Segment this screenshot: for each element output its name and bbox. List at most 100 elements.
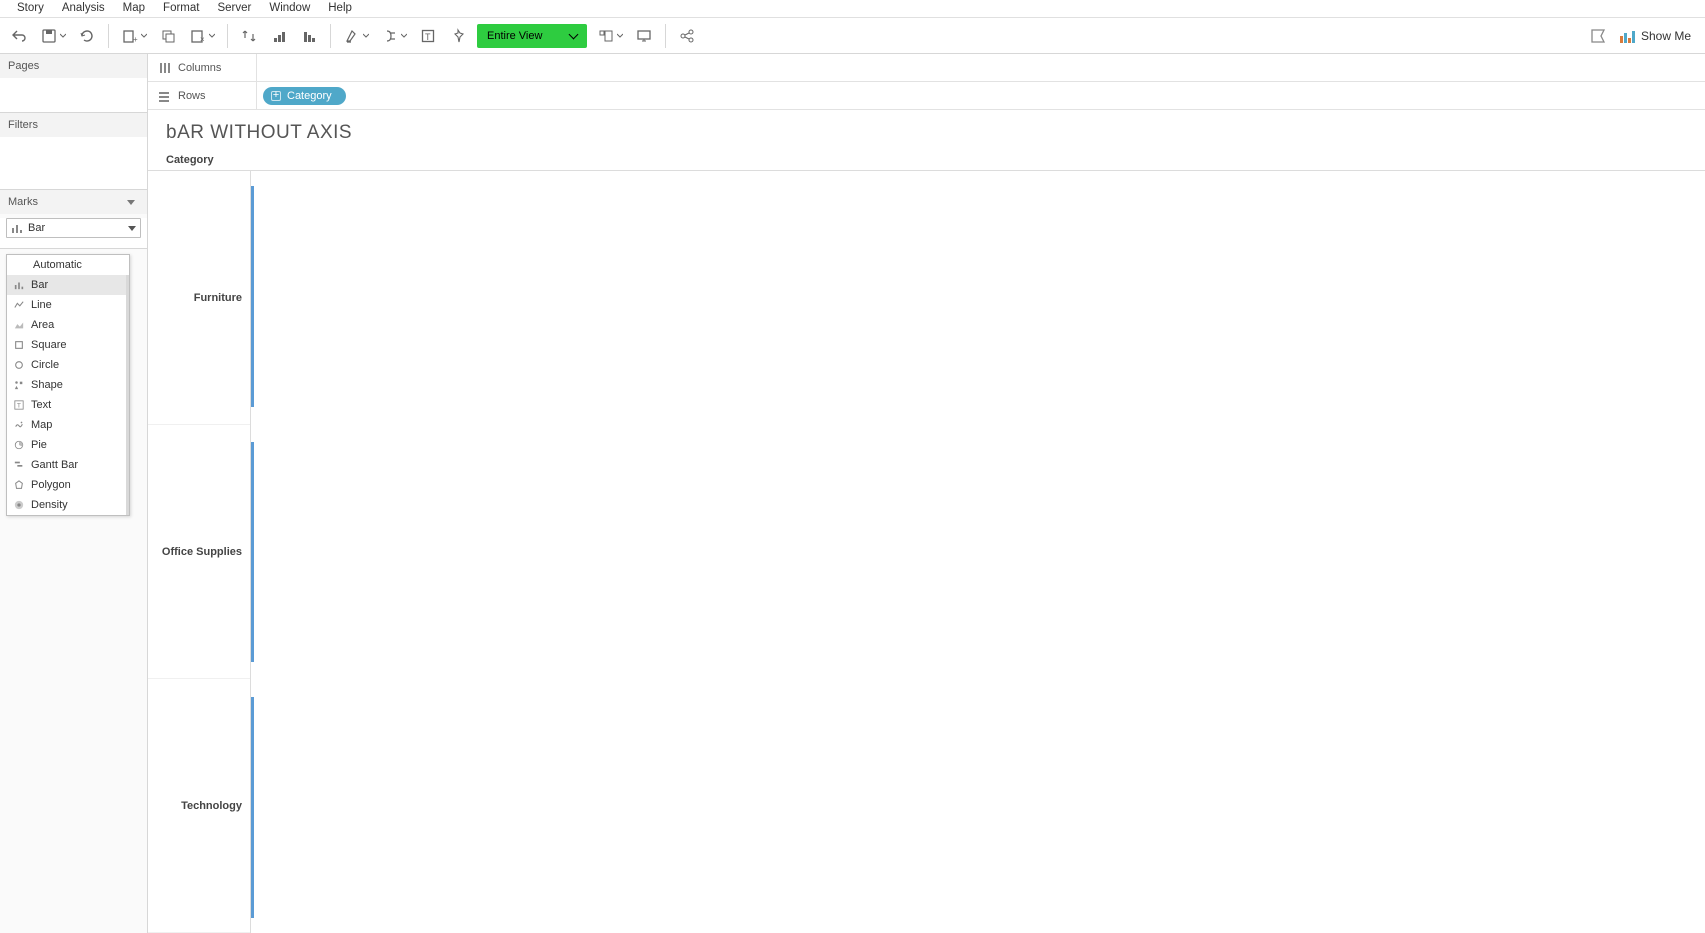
map-icon [13,419,25,431]
scrollbar[interactable] [126,275,129,515]
menu-help[interactable]: Help [319,2,361,17]
clear-sheet-button[interactable]: × [184,22,220,50]
mark-type-menu: Automatic Bar Line Area Square Circle Sh… [6,254,130,516]
plot-area[interactable] [250,171,1705,933]
duplicate-button[interactable] [154,22,182,50]
mark-option-density[interactable]: Density [7,495,129,515]
row-field-header[interactable]: Category [148,150,1705,171]
svg-text:×: × [200,35,205,44]
filters-header: Filters [0,113,147,137]
show-hide-cards-button[interactable] [592,22,628,50]
mark-option-map[interactable]: Map [7,415,129,435]
text-icon: T [13,399,25,411]
bar-icon [11,222,23,234]
row-label-office-supplies[interactable]: Office Supplies [148,425,250,679]
rows-shelf[interactable]: + Category [256,82,1705,109]
refresh-button[interactable] [73,22,101,50]
main-area: Pages Filters Marks Bar Automatic [0,54,1705,933]
bar-mark[interactable] [251,442,254,663]
new-worksheet-button[interactable]: + [116,22,152,50]
mark-option-shape[interactable]: Shape [7,375,129,395]
side-panel: Pages Filters Marks Bar Automatic [0,54,148,933]
menu-map[interactable]: Map [114,2,154,17]
viz-canvas: bAR WITHOUT AXIS Category Furniture Offi… [148,110,1705,933]
menu-format[interactable]: Format [154,2,208,17]
chevron-down-icon[interactable] [127,200,135,205]
chevron-down-icon [128,226,136,231]
svg-text:T: T [425,32,431,42]
rows-shelf-label: Rows [148,90,256,102]
svg-text:+: + [133,35,138,44]
pie-icon [13,439,25,451]
mark-option-pie[interactable]: Pie [7,435,129,455]
guide-button[interactable] [1584,22,1612,50]
menu-window[interactable]: Window [260,2,319,17]
filters-card: Filters [0,113,147,190]
shape-icon [13,379,25,391]
bar-mark[interactable] [251,186,254,407]
bar-mark[interactable] [251,697,254,918]
mark-option-bar[interactable]: Bar [7,275,129,295]
density-icon [13,499,25,511]
rows-shelf-row: Rows + Category [148,82,1705,110]
menu-story[interactable]: Story [8,2,53,17]
undo-button[interactable] [5,22,33,50]
pin-button[interactable] [444,22,472,50]
menu-analysis[interactable]: Analysis [53,2,114,17]
pages-header: Pages [0,54,147,78]
columns-icon [158,62,170,74]
pages-shelf[interactable] [0,78,147,112]
mark-type-dropdown[interactable]: Bar [6,218,141,238]
mark-option-area[interactable]: Area [7,315,129,335]
marks-label: Marks [8,196,38,208]
pages-card: Pages [0,54,147,113]
mark-option-gantt-bar[interactable]: Gantt Bar [7,455,129,475]
mark-option-automatic[interactable]: Automatic [7,255,129,275]
columns-shelf-label: Columns [148,62,256,74]
worksheet-area: Columns Rows + Category bAR WITHOUT AXIS… [148,54,1705,933]
swap-button[interactable] [235,22,263,50]
mark-option-polygon[interactable]: Polygon [7,475,129,495]
sort-asc-button[interactable] [265,22,293,50]
chevron-down-icon [569,30,579,40]
row-labels: Furniture Office Supplies Technology [148,171,250,933]
mark-type-value: Bar [28,222,45,234]
rows-pill-category[interactable]: + Category [263,87,346,105]
mark-option-line[interactable]: Line [7,295,129,315]
toolbar: + × T Entire View Show Me [0,18,1705,54]
columns-shelf[interactable] [256,54,1705,81]
marks-header: Marks [0,190,147,214]
viz-body: Furniture Office Supplies Technology [148,171,1705,933]
share-button[interactable] [673,22,701,50]
line-icon [13,299,25,311]
row-label-furniture[interactable]: Furniture [148,171,250,425]
polygon-icon [13,479,25,491]
fit-label: Entire View [487,30,542,42]
sort-desc-button[interactable] [295,22,323,50]
menu-server[interactable]: Server [208,2,260,17]
menu-bar: Story Analysis Map Format Server Window … [0,0,1705,18]
presentation-mode-button[interactable] [630,22,658,50]
marks-card: Marks Bar Automatic Bar Line Area Square… [0,190,147,249]
highlight-button[interactable] [338,22,374,50]
row-label-technology[interactable]: Technology [148,679,250,933]
label-button[interactable]: T [414,22,442,50]
show-me-label: Show Me [1641,29,1691,43]
mark-option-circle[interactable]: Circle [7,355,129,375]
save-button[interactable] [35,22,71,50]
group-button[interactable] [376,22,412,50]
columns-shelf-row: Columns [148,54,1705,82]
pill-label: Category [287,90,332,102]
filters-shelf[interactable] [0,137,147,189]
show-me-button[interactable]: Show Me [1613,28,1701,44]
svg-text:T: T [17,403,21,410]
show-me-icon [1619,28,1635,44]
bar-icon [13,279,25,291]
mark-option-square[interactable]: Square [7,335,129,355]
fit-dropdown[interactable]: Entire View [477,24,587,48]
plus-icon: + [271,91,281,101]
mark-option-text[interactable]: TText [7,395,129,415]
gantt-icon [13,459,25,471]
square-icon [13,339,25,351]
viz-title[interactable]: bAR WITHOUT AXIS [148,110,1705,150]
